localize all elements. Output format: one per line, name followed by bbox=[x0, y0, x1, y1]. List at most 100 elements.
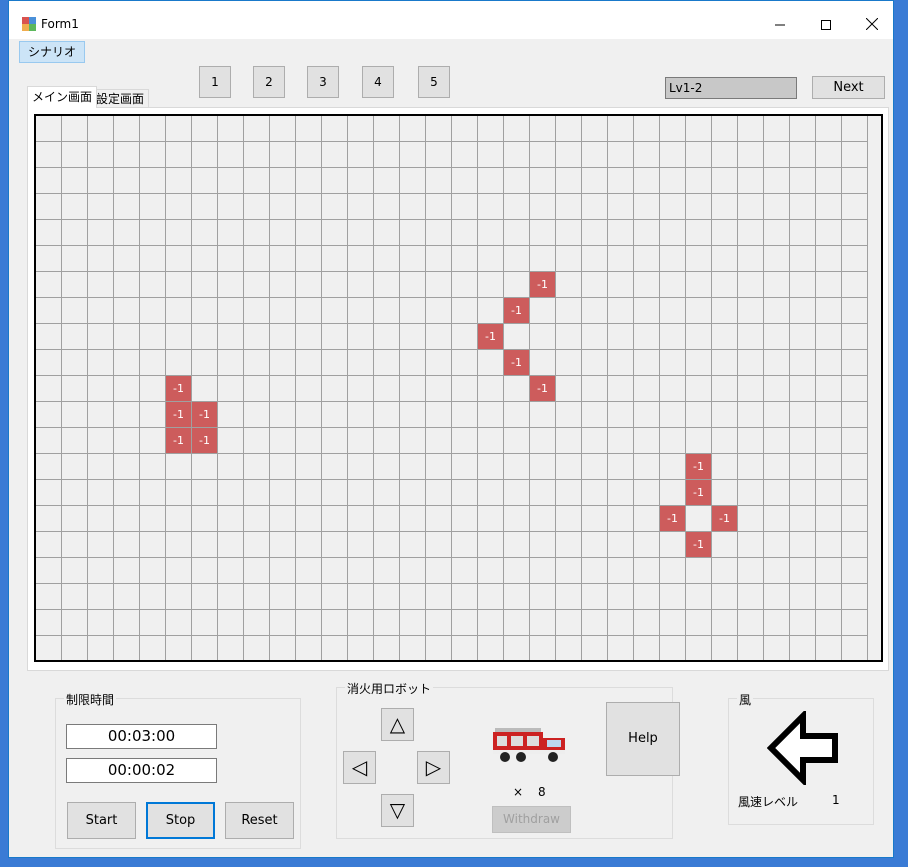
grid-cell[interactable] bbox=[478, 116, 504, 142]
grid-cell[interactable] bbox=[556, 636, 582, 660]
grid-cell[interactable] bbox=[530, 558, 556, 584]
grid-cell[interactable] bbox=[166, 558, 192, 584]
grid-cell[interactable] bbox=[764, 116, 790, 142]
grid-cell[interactable] bbox=[218, 558, 244, 584]
grid-cell[interactable] bbox=[140, 298, 166, 324]
grid-cell[interactable] bbox=[816, 220, 842, 246]
grid-cell[interactable] bbox=[556, 272, 582, 298]
grid-cell[interactable] bbox=[36, 584, 62, 610]
grid-cell[interactable] bbox=[504, 116, 530, 142]
grid-cell[interactable] bbox=[452, 324, 478, 350]
grid-cell[interactable] bbox=[452, 454, 478, 480]
grid-cell[interactable] bbox=[296, 480, 322, 506]
grid-cell[interactable] bbox=[140, 584, 166, 610]
menu-scenario[interactable]: シナリオ bbox=[19, 41, 86, 63]
grid-cell[interactable] bbox=[738, 220, 764, 246]
grid-cell[interactable] bbox=[556, 376, 582, 402]
grid-cell[interactable] bbox=[582, 454, 608, 480]
grid-cell[interactable] bbox=[608, 610, 634, 636]
grid-cell[interactable] bbox=[816, 454, 842, 480]
grid-cell[interactable] bbox=[426, 116, 452, 142]
grid-cell[interactable] bbox=[296, 428, 322, 454]
grid-cell[interactable] bbox=[790, 428, 816, 454]
grid-cell[interactable] bbox=[400, 506, 426, 532]
grid-cell[interactable] bbox=[322, 246, 348, 272]
grid-cell[interactable] bbox=[582, 220, 608, 246]
grid-cell[interactable] bbox=[244, 324, 270, 350]
grid-cell[interactable] bbox=[88, 116, 114, 142]
fire-cell[interactable]: -1 bbox=[530, 376, 556, 402]
grid-cell[interactable] bbox=[712, 584, 738, 610]
grid-cell[interactable] bbox=[478, 142, 504, 168]
grid-cell[interactable] bbox=[738, 350, 764, 376]
grid-cell[interactable] bbox=[660, 532, 686, 558]
grid-cell[interactable] bbox=[452, 142, 478, 168]
grid-cell[interactable] bbox=[140, 532, 166, 558]
grid-cell[interactable] bbox=[270, 636, 296, 660]
grid-cell[interactable] bbox=[166, 480, 192, 506]
grid-cell[interactable] bbox=[270, 610, 296, 636]
grid-cell[interactable] bbox=[192, 142, 218, 168]
grid-cell[interactable] bbox=[218, 246, 244, 272]
stop-button[interactable]: Stop bbox=[146, 802, 215, 839]
grid-cell[interactable] bbox=[686, 376, 712, 402]
grid-cell[interactable] bbox=[790, 220, 816, 246]
grid-cell[interactable] bbox=[608, 636, 634, 660]
grid-cell[interactable] bbox=[322, 116, 348, 142]
grid-cell[interactable] bbox=[530, 350, 556, 376]
grid-cell[interactable] bbox=[634, 610, 660, 636]
grid-cell[interactable] bbox=[62, 142, 88, 168]
grid-cell[interactable] bbox=[374, 142, 400, 168]
grid-cell[interactable] bbox=[660, 116, 686, 142]
grid-cell[interactable] bbox=[738, 610, 764, 636]
withdraw-button[interactable]: Withdraw bbox=[492, 806, 571, 833]
grid-cell[interactable] bbox=[738, 272, 764, 298]
grid-cell[interactable] bbox=[452, 246, 478, 272]
grid-cell[interactable] bbox=[608, 142, 634, 168]
grid-cell[interactable] bbox=[504, 532, 530, 558]
grid-cell[interactable] bbox=[452, 194, 478, 220]
grid-cell[interactable] bbox=[296, 610, 322, 636]
fire-cell[interactable]: -1 bbox=[166, 402, 192, 428]
grid-cell[interactable] bbox=[738, 168, 764, 194]
grid-cell[interactable] bbox=[400, 376, 426, 402]
grid-cell[interactable] bbox=[270, 324, 296, 350]
reset-button[interactable]: Reset bbox=[225, 802, 294, 839]
grid-cell[interactable] bbox=[816, 402, 842, 428]
grid-cell[interactable] bbox=[218, 350, 244, 376]
grid-cell[interactable] bbox=[322, 454, 348, 480]
grid-cell[interactable] bbox=[712, 324, 738, 350]
grid-cell[interactable] bbox=[166, 168, 192, 194]
grid-cell[interactable] bbox=[556, 324, 582, 350]
grid-cell[interactable] bbox=[36, 610, 62, 636]
grid-cell[interactable] bbox=[88, 402, 114, 428]
grid-cell[interactable] bbox=[270, 116, 296, 142]
grid-cell[interactable] bbox=[764, 558, 790, 584]
grid-cell[interactable] bbox=[478, 402, 504, 428]
grid-cell[interactable] bbox=[400, 428, 426, 454]
grid-cell[interactable] bbox=[712, 376, 738, 402]
grid-cell[interactable] bbox=[582, 480, 608, 506]
grid-cell[interactable] bbox=[400, 324, 426, 350]
grid-cell[interactable] bbox=[816, 246, 842, 272]
grid-cell[interactable] bbox=[36, 480, 62, 506]
grid-cell[interactable] bbox=[62, 636, 88, 660]
grid-cell[interactable] bbox=[296, 584, 322, 610]
grid-cell[interactable] bbox=[270, 454, 296, 480]
grid-cell[interactable] bbox=[790, 636, 816, 660]
grid-cell[interactable] bbox=[244, 610, 270, 636]
grid-cell[interactable] bbox=[478, 454, 504, 480]
grid-cell[interactable] bbox=[660, 454, 686, 480]
grid-cell[interactable] bbox=[322, 610, 348, 636]
grid-cell[interactable] bbox=[686, 558, 712, 584]
grid-cell[interactable] bbox=[140, 636, 166, 660]
grid-cell[interactable] bbox=[764, 324, 790, 350]
grid-cell[interactable] bbox=[400, 194, 426, 220]
grid-cell[interactable] bbox=[270, 142, 296, 168]
grid-cell[interactable] bbox=[530, 428, 556, 454]
grid-cell[interactable] bbox=[764, 298, 790, 324]
grid-cell[interactable] bbox=[140, 428, 166, 454]
grid-cell[interactable] bbox=[790, 116, 816, 142]
grid-cell[interactable] bbox=[530, 610, 556, 636]
grid-cell[interactable] bbox=[478, 220, 504, 246]
